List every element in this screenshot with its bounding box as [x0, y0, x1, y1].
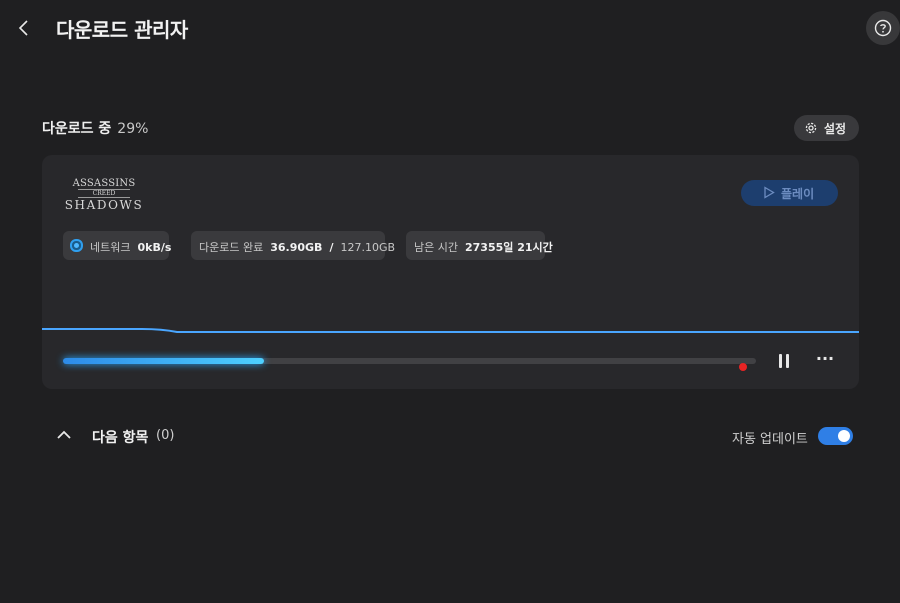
download-progress-bar — [63, 358, 756, 364]
chevron-left-icon — [18, 20, 28, 36]
downloaded-label: 다운로드 완료 — [199, 241, 264, 254]
remaining-time-chip: 남은 시간 27355일 21시간 — [406, 231, 553, 260]
play-label: 플레이 — [781, 187, 815, 201]
more-options-button[interactable]: ··· — [814, 349, 836, 372]
game-logo: ASSASSINS CREED SHADOWS — [64, 178, 144, 212]
auto-update-label: 자동 업데이트 — [732, 432, 808, 447]
settings-button[interactable]: 설정 — [794, 115, 859, 141]
download-card: ASSASSINS CREED SHADOWS 플레이 네트워크 0kB/s 다… — [42, 155, 859, 389]
back-button[interactable] — [14, 16, 36, 40]
remaining-time-value: 27355일 21시간 — [464, 241, 553, 254]
settings-label: 설정 — [824, 122, 847, 136]
network-speed: 0kB/s — [137, 241, 172, 254]
network-status-icon — [70, 239, 83, 252]
help-button[interactable] — [866, 11, 900, 45]
question-circle-icon — [874, 19, 892, 37]
download-status-label: 다운로드 중 — [42, 121, 112, 137]
downloaded-chip: 다운로드 완료 36.90GB / 127.10GB — [191, 231, 395, 260]
chevron-up-icon[interactable] — [56, 429, 72, 441]
page-title: 다운로드 관리자 — [56, 18, 188, 42]
download-speed-graph — [42, 328, 859, 333]
download-percent: 29% — [117, 121, 149, 137]
play-button[interactable]: 플레이 — [741, 180, 838, 206]
up-next-section: 다음 항목 (0) 자동 업데이트 — [56, 424, 856, 450]
total-size: 127.10GB — [340, 241, 396, 254]
downloaded-size: 36.90GB — [270, 241, 323, 254]
gear-icon — [805, 122, 817, 134]
up-next-count: (0) — [156, 428, 175, 443]
record-dot — [739, 363, 747, 371]
top-bar: 다운로드 관리자 — [0, 0, 900, 58]
remaining-time-label: 남은 시간 — [414, 241, 458, 254]
download-status: 다운로드 중 29% — [42, 118, 148, 138]
more-horizontal-icon: ··· — [815, 349, 835, 368]
download-progress-fill — [63, 358, 264, 364]
auto-update-toggle[interactable] — [818, 427, 853, 445]
pause-button[interactable] — [773, 352, 795, 372]
network-label: 네트워크 — [90, 241, 131, 254]
size-separator: / — [329, 241, 334, 254]
play-icon — [764, 186, 775, 199]
up-next-title: 다음 항목 — [92, 430, 149, 446]
network-chip: 네트워크 0kB/s — [63, 231, 172, 260]
